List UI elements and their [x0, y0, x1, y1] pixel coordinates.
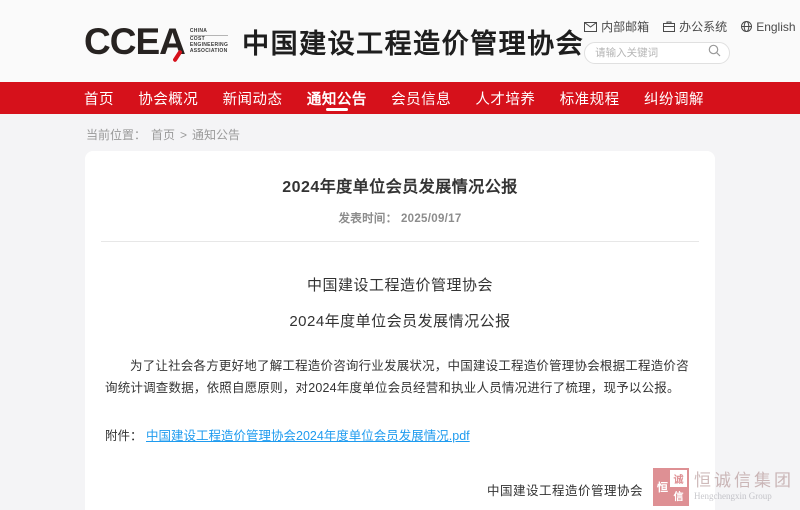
nav-item-about[interactable]: 协会概况 — [138, 82, 198, 114]
breadcrumb-separator: > — [180, 128, 187, 142]
divider — [101, 241, 699, 242]
attachment-label: 附件： — [105, 429, 143, 443]
english-link[interactable]: English — [741, 20, 795, 34]
attachment-pdf-link[interactable]: 中国建设工程造价管理协会2024年度单位会员发展情况.pdf — [146, 429, 470, 443]
nav-item-members[interactable]: 会员信息 — [391, 82, 451, 114]
search-input[interactable] — [595, 47, 708, 59]
logo-ccea-text: CCEA — [84, 23, 185, 60]
site-header: CCEA CHINA COST ENGINEERING ASSOCIATION … — [0, 0, 800, 82]
article-body: 为了让社会各方更好地了解工程造价咨询行业发展状况，中国建设工程造价管理协会根据工… — [105, 355, 695, 399]
quick-link-label: English — [756, 20, 795, 34]
breadcrumb-current-link[interactable]: 通知公告 — [192, 126, 240, 143]
nav-item-standards[interactable]: 标准规程 — [560, 82, 620, 114]
page: CCEA CHINA COST ENGINEERING ASSOCIATION … — [0, 0, 800, 510]
site-logo[interactable]: CCEA CHINA COST ENGINEERING ASSOCIATION … — [84, 22, 584, 61]
breadcrumb-home-link[interactable]: 首页 — [151, 126, 175, 143]
nav-item-notices[interactable]: 通知公告 — [307, 82, 367, 114]
logo-letters: CCEA — [84, 21, 185, 62]
nav-item-home[interactable]: 首页 — [84, 82, 114, 114]
publish-time-label: 发表时间： — [338, 213, 397, 225]
article-heading-line1: 中国建设工程造价管理协会 — [101, 274, 699, 295]
quick-link-label: 内部邮箱 — [601, 18, 649, 35]
article-card: 2024年度单位会员发展情况公报 发表时间： 2025/09/17 中国建设工程… — [85, 151, 715, 510]
breadcrumb: 当前位置： 首页 > 通知公告 — [0, 114, 800, 151]
quick-links: 内部邮箱 办公系统 English — [584, 18, 795, 35]
nav-item-news[interactable]: 新闻动态 — [223, 82, 283, 114]
nav-item-training[interactable]: 人才培养 — [475, 82, 535, 114]
signature-name: 中国建设工程造价管理协会 — [487, 480, 643, 499]
mail-icon — [584, 22, 597, 32]
header-utilities: 内部邮箱 办公系统 English — [584, 18, 795, 64]
office-system-link[interactable]: 办公系统 — [663, 18, 727, 35]
internal-mail-link[interactable]: 内部邮箱 — [584, 18, 649, 35]
logo-subtext: CHINA COST ENGINEERING ASSOCIATION — [190, 29, 228, 54]
globe-icon — [741, 21, 752, 32]
quick-link-label: 办公系统 — [679, 18, 727, 35]
nav-item-dispute[interactable]: 纠纷调解 — [644, 82, 704, 114]
main-nav: 首页 协会概况 新闻动态 通知公告 会员信息 人才培养 标准规程 纠纷调解 — [0, 82, 800, 114]
article-heading-line2: 2024年度单位会员发展情况公报 — [101, 310, 699, 331]
signature-block: 中国建设工程造价管理协会 2025年9月17日 — [101, 480, 699, 510]
attachment-row: 附件： 中国建设工程造价管理协会2024年度单位会员发展情况.pdf — [105, 425, 695, 444]
search-box — [584, 42, 730, 64]
breadcrumb-label: 当前位置： — [86, 126, 146, 143]
article-title: 2024年度单位会员发展情况公报 — [101, 173, 699, 197]
publish-time: 发表时间： 2025/09/17 — [101, 210, 699, 226]
search-icon[interactable] — [708, 44, 721, 62]
publish-time-value: 2025/09/17 — [401, 213, 462, 225]
office-icon — [663, 21, 675, 32]
site-title: 中国建设工程造价管理协会 — [242, 22, 584, 61]
